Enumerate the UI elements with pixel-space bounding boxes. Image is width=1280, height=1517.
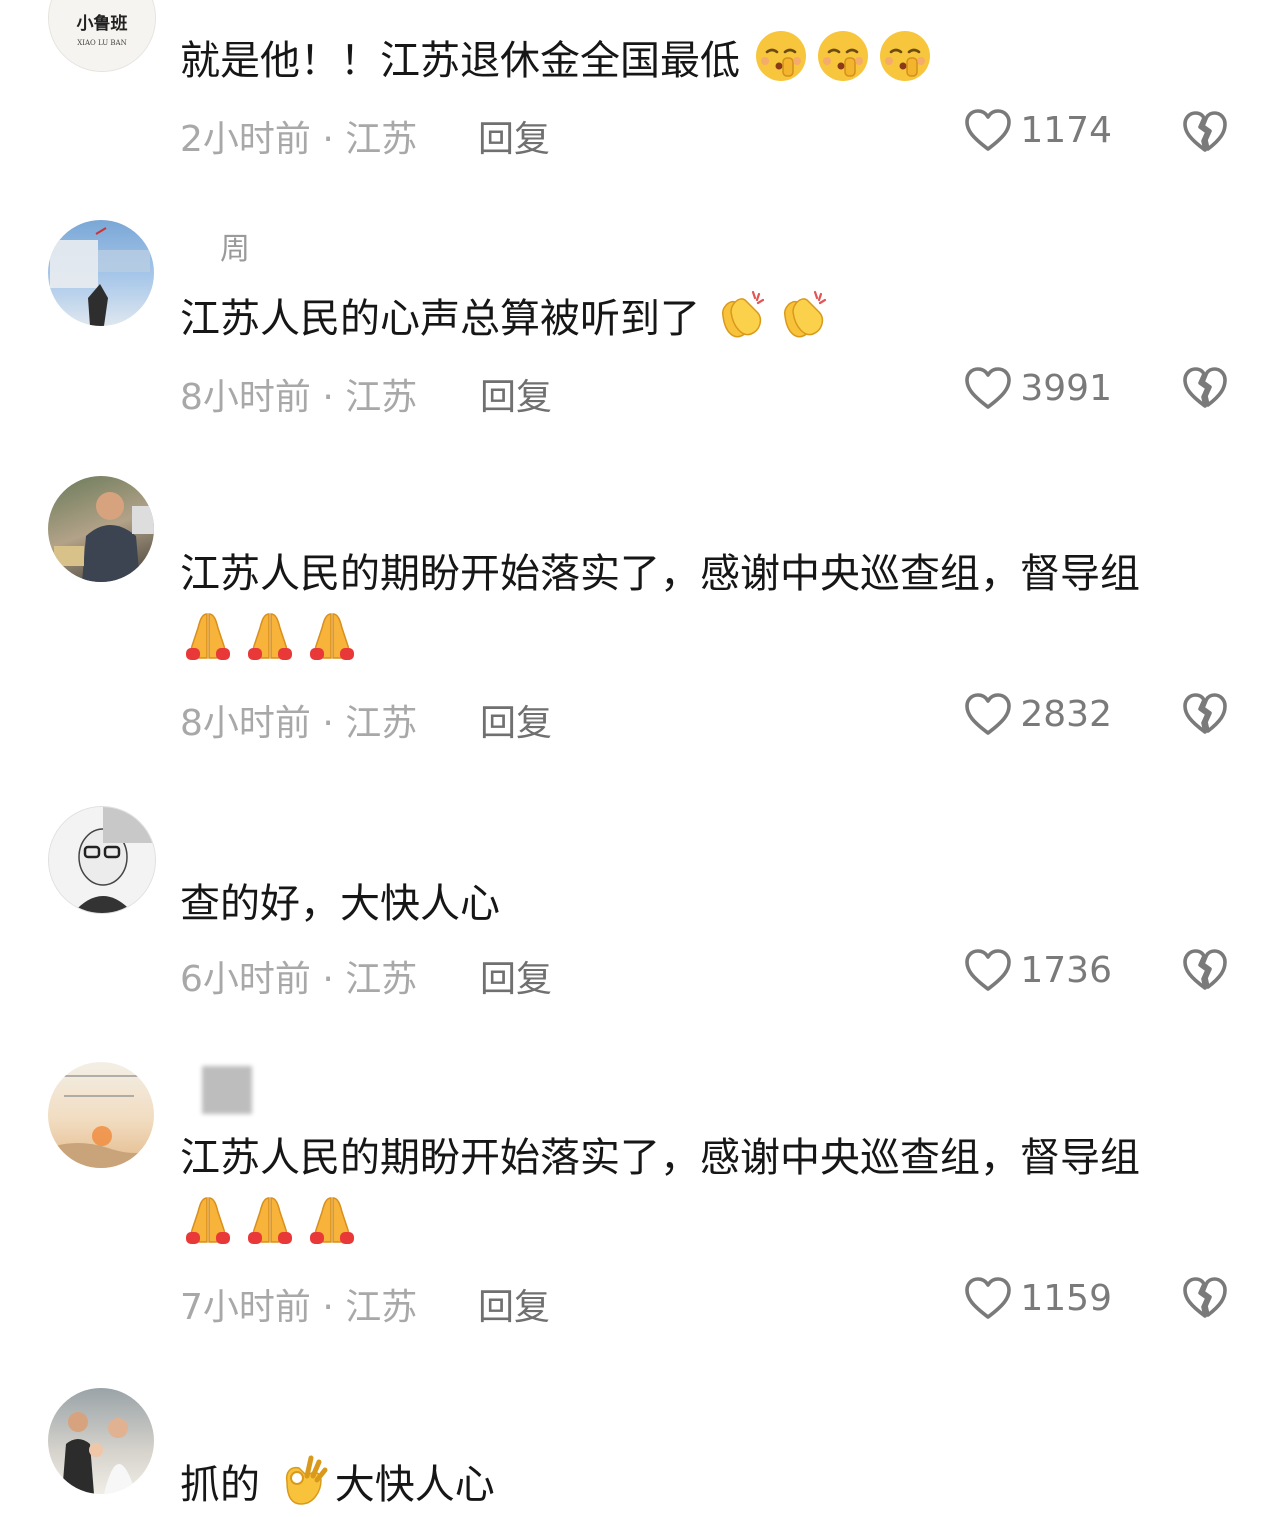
comment-text-row: 查的好，大快人心 — [180, 872, 1240, 936]
like-button[interactable]: 3991 — [964, 366, 1112, 410]
comment-meta: 8小时前 · 江苏 — [180, 368, 417, 420]
avatar-logo-text: 小鲁班 — [77, 13, 128, 34]
avatar-logo-subtext: XIAO LU BAN — [77, 39, 126, 47]
comment-location: 江苏 — [345, 119, 418, 160]
heart-icon — [964, 108, 1012, 152]
photo-avatar-icon — [50, 227, 150, 326]
comment-text: 江苏人民的期盼开始落实了，感谢中央巡查组，督导组 — [180, 551, 1140, 597]
shop-logo-icon: 小鲁班 XIAO LU BAN — [49, 0, 155, 71]
comment-text-row: 就是他！！江苏退休金全国最低 — [180, 28, 1240, 93]
comment-text-row: 江苏人民的心声总算被听到了 — [180, 286, 1240, 351]
meta-separator: · — [322, 119, 334, 160]
comment-text: 抓的 — [180, 1462, 260, 1508]
clap-emoji — [713, 286, 769, 342]
dislike-button[interactable] — [1182, 1276, 1228, 1320]
heart-icon — [964, 366, 1012, 410]
like-button[interactable]: 1736 — [964, 948, 1112, 992]
pray-emoji — [304, 606, 360, 662]
broken-heart-icon — [1182, 692, 1228, 736]
pray-emoji — [180, 606, 236, 662]
comment-time: 8小时前 — [180, 377, 311, 418]
like-count: 2832 — [1020, 693, 1112, 735]
broken-heart-icon — [1182, 110, 1228, 154]
wedding-photo-avatar-icon — [62, 1412, 136, 1494]
reply-button[interactable]: 回复 — [480, 368, 552, 420]
broken-heart-icon — [1182, 1276, 1228, 1320]
comment-text: 查的好，大快人心 — [180, 881, 500, 927]
pray-emoji — [304, 1190, 360, 1246]
like-button[interactable]: 2832 — [964, 692, 1112, 736]
meta-separator: · — [322, 703, 334, 744]
avatar[interactable] — [48, 476, 154, 582]
pray-emoji — [242, 606, 298, 662]
like-count: 3991 — [1020, 367, 1112, 409]
comment-text: 江苏人民的心声总算被听到了 — [180, 296, 700, 342]
meta-separator: · — [322, 1287, 334, 1328]
broken-heart-icon — [1182, 366, 1228, 410]
comment-text-row: 江苏人民的期盼开始落实了，感谢中央巡查组，督导组 — [180, 1126, 1240, 1255]
heart-icon — [964, 948, 1012, 992]
comment-text: 就是他！！江苏退休金全国最低 — [180, 38, 740, 84]
broken-heart-icon — [1182, 948, 1228, 992]
comment-meta: 8小时前 · 江苏 — [180, 694, 417, 746]
comment-location: 江苏 — [345, 959, 418, 1000]
sketch-portrait-icon — [49, 807, 155, 913]
username[interactable]: 周 — [220, 224, 251, 268]
comment-time: 6小时前 — [180, 959, 311, 1000]
heart-icon — [964, 692, 1012, 736]
comment-text: 大快人心 — [334, 1462, 495, 1508]
avatar[interactable] — [48, 806, 156, 914]
shush-emoji — [753, 28, 809, 84]
meta-separator: · — [322, 959, 334, 1000]
comment-meta: 7小时前 · 江苏 — [180, 1278, 417, 1330]
like-count: 1736 — [1020, 949, 1112, 991]
like-button[interactable]: 1159 — [964, 1276, 1112, 1320]
pray-emoji — [242, 1190, 298, 1246]
dislike-button[interactable] — [1182, 692, 1228, 736]
reply-button[interactable]: 回复 — [478, 110, 550, 162]
comment-meta: 2小时前 · 江苏 — [180, 110, 417, 162]
comment-time: 7小时前 — [180, 1287, 311, 1328]
reply-button[interactable]: 回复 — [480, 694, 552, 746]
like-count: 1174 — [1020, 109, 1112, 151]
avatar[interactable]: 小鲁班 XIAO LU BAN — [48, 0, 156, 72]
meta-separator: · — [322, 377, 334, 418]
comment-meta: 6小时前 · 江苏 — [180, 950, 417, 1002]
photo-avatar-icon — [54, 492, 154, 582]
like-count: 1159 — [1020, 1277, 1112, 1319]
reply-button[interactable]: 回复 — [480, 950, 552, 1002]
shush-emoji — [815, 28, 871, 84]
reply-button[interactable]: 回复 — [478, 1278, 550, 1330]
avatar[interactable] — [48, 220, 154, 326]
avatar[interactable] — [48, 1388, 154, 1494]
dislike-button[interactable] — [1182, 110, 1228, 154]
pray-emoji — [180, 1190, 236, 1246]
comment-text-row: 抓的 大快人心 — [180, 1452, 1240, 1517]
comment-time: 8小时前 — [180, 703, 311, 744]
dislike-button[interactable] — [1182, 366, 1228, 410]
avatar[interactable] — [48, 1062, 154, 1168]
comment-location: 江苏 — [345, 703, 418, 744]
like-button[interactable]: 1174 — [964, 108, 1112, 152]
ok-hand-emoji — [273, 1452, 329, 1508]
comment-time: 2小时前 — [180, 119, 311, 160]
heart-icon — [964, 1276, 1012, 1320]
comment-text: 江苏人民的期盼开始落实了，感谢中央巡查组，督导组 — [180, 1135, 1140, 1181]
username-blur — [202, 1066, 252, 1114]
comment-location: 江苏 — [345, 377, 418, 418]
comment-location: 江苏 — [345, 1287, 418, 1328]
clap-emoji — [775, 286, 831, 342]
dislike-button[interactable] — [1182, 948, 1228, 992]
landscape-avatar-icon — [48, 1075, 154, 1168]
comment-text-row: 江苏人民的期盼开始落实了，感谢中央巡查组，督导组 — [180, 542, 1240, 671]
shush-emoji — [877, 28, 933, 84]
